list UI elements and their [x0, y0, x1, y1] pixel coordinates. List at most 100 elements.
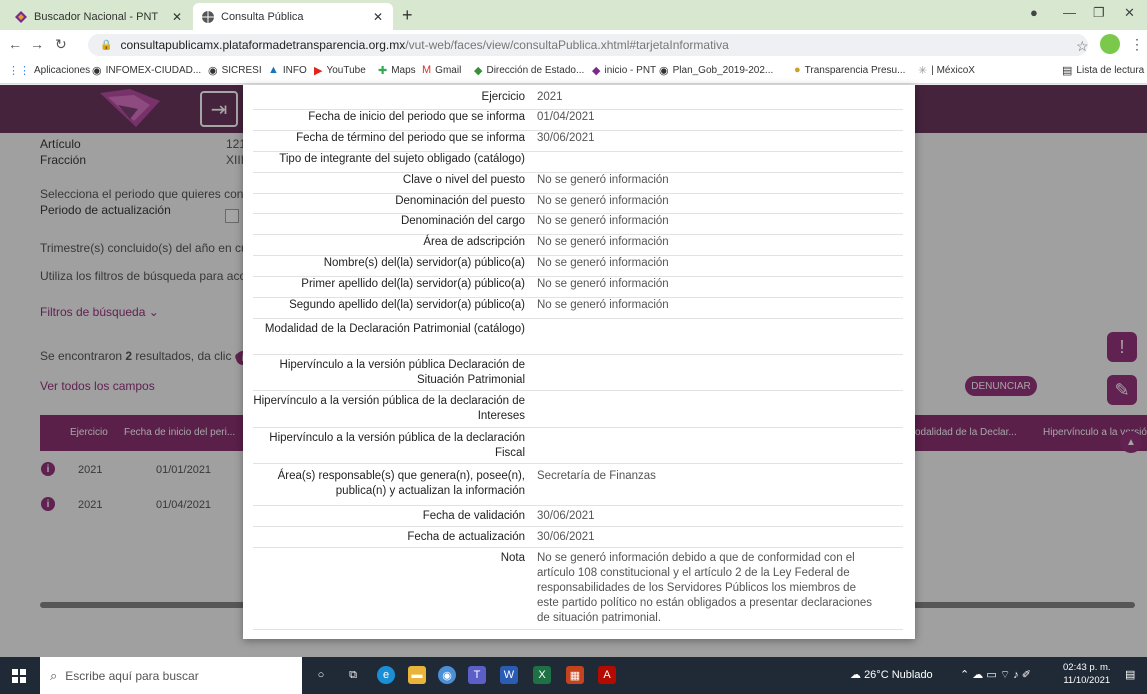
forward-icon[interactable]: →	[30, 36, 44, 52]
task-view-icon[interactable]: ⧉	[344, 666, 362, 684]
tab-title: Buscador Nacional - PNT	[34, 10, 159, 23]
field-label: Fecha de inicio del periodo que se infor…	[308, 111, 525, 123]
url-field[interactable]: 🔒 consultapublicamx.plataformadetranspar…	[88, 34, 1088, 56]
bookmark-star-icon[interactable]: ☆	[1076, 38, 1089, 55]
bookmark-mexicox[interactable]: ✳ | MéxicoX	[918, 64, 975, 77]
windows-store-icon[interactable]: ▦	[566, 666, 584, 684]
close-window-icon[interactable]: ✕	[1124, 5, 1135, 21]
battery-icon: ▭	[986, 669, 997, 681]
field-value: 01/04/2021	[537, 111, 595, 123]
profile-dot-icon[interactable]: ●	[1030, 5, 1038, 20]
close-tab-icon[interactable]: ✕	[373, 10, 383, 24]
chrome-icon[interactable]: ◉	[438, 666, 456, 684]
field-label: Denominación del cargo	[400, 215, 525, 227]
youtube-icon: ▶	[314, 65, 323, 77]
bookmark-apps[interactable]: ⋮⋮ Aplicaciones	[8, 64, 90, 77]
field-label: Primer apellido del(la) servidor(a) públ…	[301, 278, 525, 290]
bookmark-plan-gob[interactable]: ◉ Plan_Gob_2019-202...	[659, 64, 773, 77]
bookmark-direccion[interactable]: ◆ Dirección de Estado...	[474, 64, 584, 77]
cloud-icon: ☁	[972, 669, 984, 681]
field-row: Hipervínculo a la versión pública de la …	[253, 391, 903, 428]
field-value: Secretaría de Finanzas	[537, 470, 656, 482]
bookmark-maps[interactable]: ✚ Maps	[378, 64, 416, 77]
field-label: Segundo apellido del(la) servidor(a) púb…	[289, 299, 525, 311]
tray-icons[interactable]: ⌃ ☁ ▭ ⌔ ♪ ✐	[960, 668, 1031, 682]
pen-icon: ✐	[1021, 669, 1031, 681]
field-value: 30/06/2021	[537, 510, 595, 522]
field-row: Fecha de término del periodo que se info…	[253, 131, 903, 152]
field-label: Clave o nivel del puesto	[402, 174, 525, 186]
globe-icon	[201, 10, 215, 24]
field-value: No se generó información	[537, 215, 669, 227]
cortana-icon[interactable]: ○	[312, 666, 330, 684]
bookmark-sicresi[interactable]: ◉ SICRESI	[208, 64, 262, 77]
tab-consulta-publica[interactable]: Consulta Pública ✕	[193, 3, 393, 30]
field-row: Fecha de actualización 30/06/2021	[253, 527, 903, 548]
field-row: Segundo apellido del(la) servidor(a) púb…	[253, 298, 903, 319]
field-row: Denominación del cargo No se generó infor…	[253, 214, 903, 235]
acrobat-icon[interactable]: A	[598, 666, 616, 684]
edge-icon[interactable]: e	[377, 666, 395, 684]
field-value: No se generó información	[537, 278, 669, 290]
bookmark-info[interactable]: ▲ INFO	[268, 64, 307, 76]
field-value: No se generó información	[537, 257, 669, 269]
field-row: Hipervínculo a la versión pública de la …	[253, 428, 903, 464]
field-value: 30/06/2021	[537, 132, 595, 144]
notification-icon[interactable]: ▤	[1125, 668, 1135, 681]
cloud-icon: ☁	[850, 669, 861, 681]
field-value: No se generó información	[537, 299, 669, 311]
field-row: Denominación del puesto No se generó info…	[253, 194, 903, 214]
profile-avatar[interactable]	[1100, 34, 1120, 54]
tab-title: Consulta Pública	[221, 10, 304, 23]
back-icon[interactable]: ←	[8, 36, 22, 52]
new-tab-icon[interactable]: +	[402, 5, 413, 26]
url-path: /vut-web/faces/view/consultaPublica.xhtm…	[405, 38, 729, 52]
bookmark-gmail[interactable]: M Gmail	[422, 64, 461, 76]
reload-icon[interactable]: ↻	[55, 36, 67, 53]
field-value: No se generó información	[537, 195, 669, 207]
browser-tab-strip: Buscador Nacional - PNT ✕ Consulta Públi…	[0, 0, 1147, 30]
weather-widget[interactable]: ☁ 26°C Nublado	[850, 668, 933, 681]
taskbar-search-input[interactable]: ⌕ Escribe aquí para buscar	[40, 657, 302, 694]
info-logo-icon: ▲	[268, 64, 279, 76]
taskbar-clock[interactable]: 02:43 p. m. 11/10/2021	[1063, 661, 1111, 687]
bookmark-youtube[interactable]: ▶ YouTube	[314, 64, 366, 77]
field-row: Área(s) responsable(s) que genera(n), po…	[253, 464, 903, 506]
windows-start-icon[interactable]	[12, 669, 26, 683]
menu-icon[interactable]: ⋮	[1130, 36, 1144, 53]
teams-icon[interactable]: T	[468, 666, 486, 684]
field-label: Área de adscripción	[423, 236, 525, 248]
field-row: Fecha de validación 30/06/2021	[253, 506, 903, 527]
field-label: Área(s) responsable(s) que genera(n), po…	[277, 470, 525, 497]
globe-icon: ◉	[208, 65, 218, 77]
excel-icon[interactable]: X	[533, 666, 551, 684]
field-label: Denominación del puesto	[395, 195, 525, 207]
pnt-favicon-icon: ◆	[592, 65, 601, 77]
bookmark-transparencia[interactable]: ● Transparencia Presu...	[794, 64, 905, 76]
gmail-icon: M	[422, 64, 432, 76]
maximize-icon[interactable]: ❐	[1093, 5, 1105, 21]
file-explorer-icon[interactable]: ▬	[408, 666, 426, 684]
windows-taskbar: ⌕ Escribe aquí para buscar ○ ⧉ e ▬ ◉ T W…	[0, 657, 1147, 694]
tab-buscador-nacional[interactable]: Buscador Nacional - PNT ✕	[6, 3, 192, 30]
minimize-icon[interactable]: —	[1063, 5, 1076, 20]
field-label: Hipervínculo a la versión pública Declar…	[279, 359, 525, 386]
word-icon[interactable]: W	[500, 666, 518, 684]
search-icon: ⌕	[50, 667, 58, 683]
bookmark-inicio-pnt[interactable]: ◆ inicio - PNT	[592, 64, 656, 77]
field-value: No se generó información	[537, 174, 669, 186]
reading-list[interactable]: ▤ Lista de lectura	[1062, 64, 1144, 77]
url-domain: consultapublicamx.plataformadetransparen…	[120, 38, 406, 52]
pnt-favicon-icon	[14, 10, 28, 24]
bookmark-infomex[interactable]: ◉ INFOMEX-CIUDAD...	[92, 64, 201, 77]
close-tab-icon[interactable]: ✕	[172, 10, 182, 24]
field-label: Fecha de validación	[422, 510, 525, 522]
field-row: Clave o nivel del puesto No se generó inf…	[253, 173, 903, 194]
field-row: Nombre(s) del(la) servidor(a) público(a)…	[253, 256, 903, 277]
apps-grid-icon: ⋮⋮	[8, 65, 30, 77]
field-value: No se generó información	[537, 236, 669, 248]
maps-icon: ✚	[378, 65, 388, 77]
address-bar-row: ← → ↻ 🔒 consultapublicamx.plataformadetr…	[0, 30, 1147, 60]
bookmarks-bar: ⋮⋮ Aplicaciones ◉ INFOMEX-CIUDAD... ◉ SICRE…	[0, 60, 1147, 84]
field-row: Primer apellido del(la) servidor(a) públ…	[253, 277, 903, 298]
